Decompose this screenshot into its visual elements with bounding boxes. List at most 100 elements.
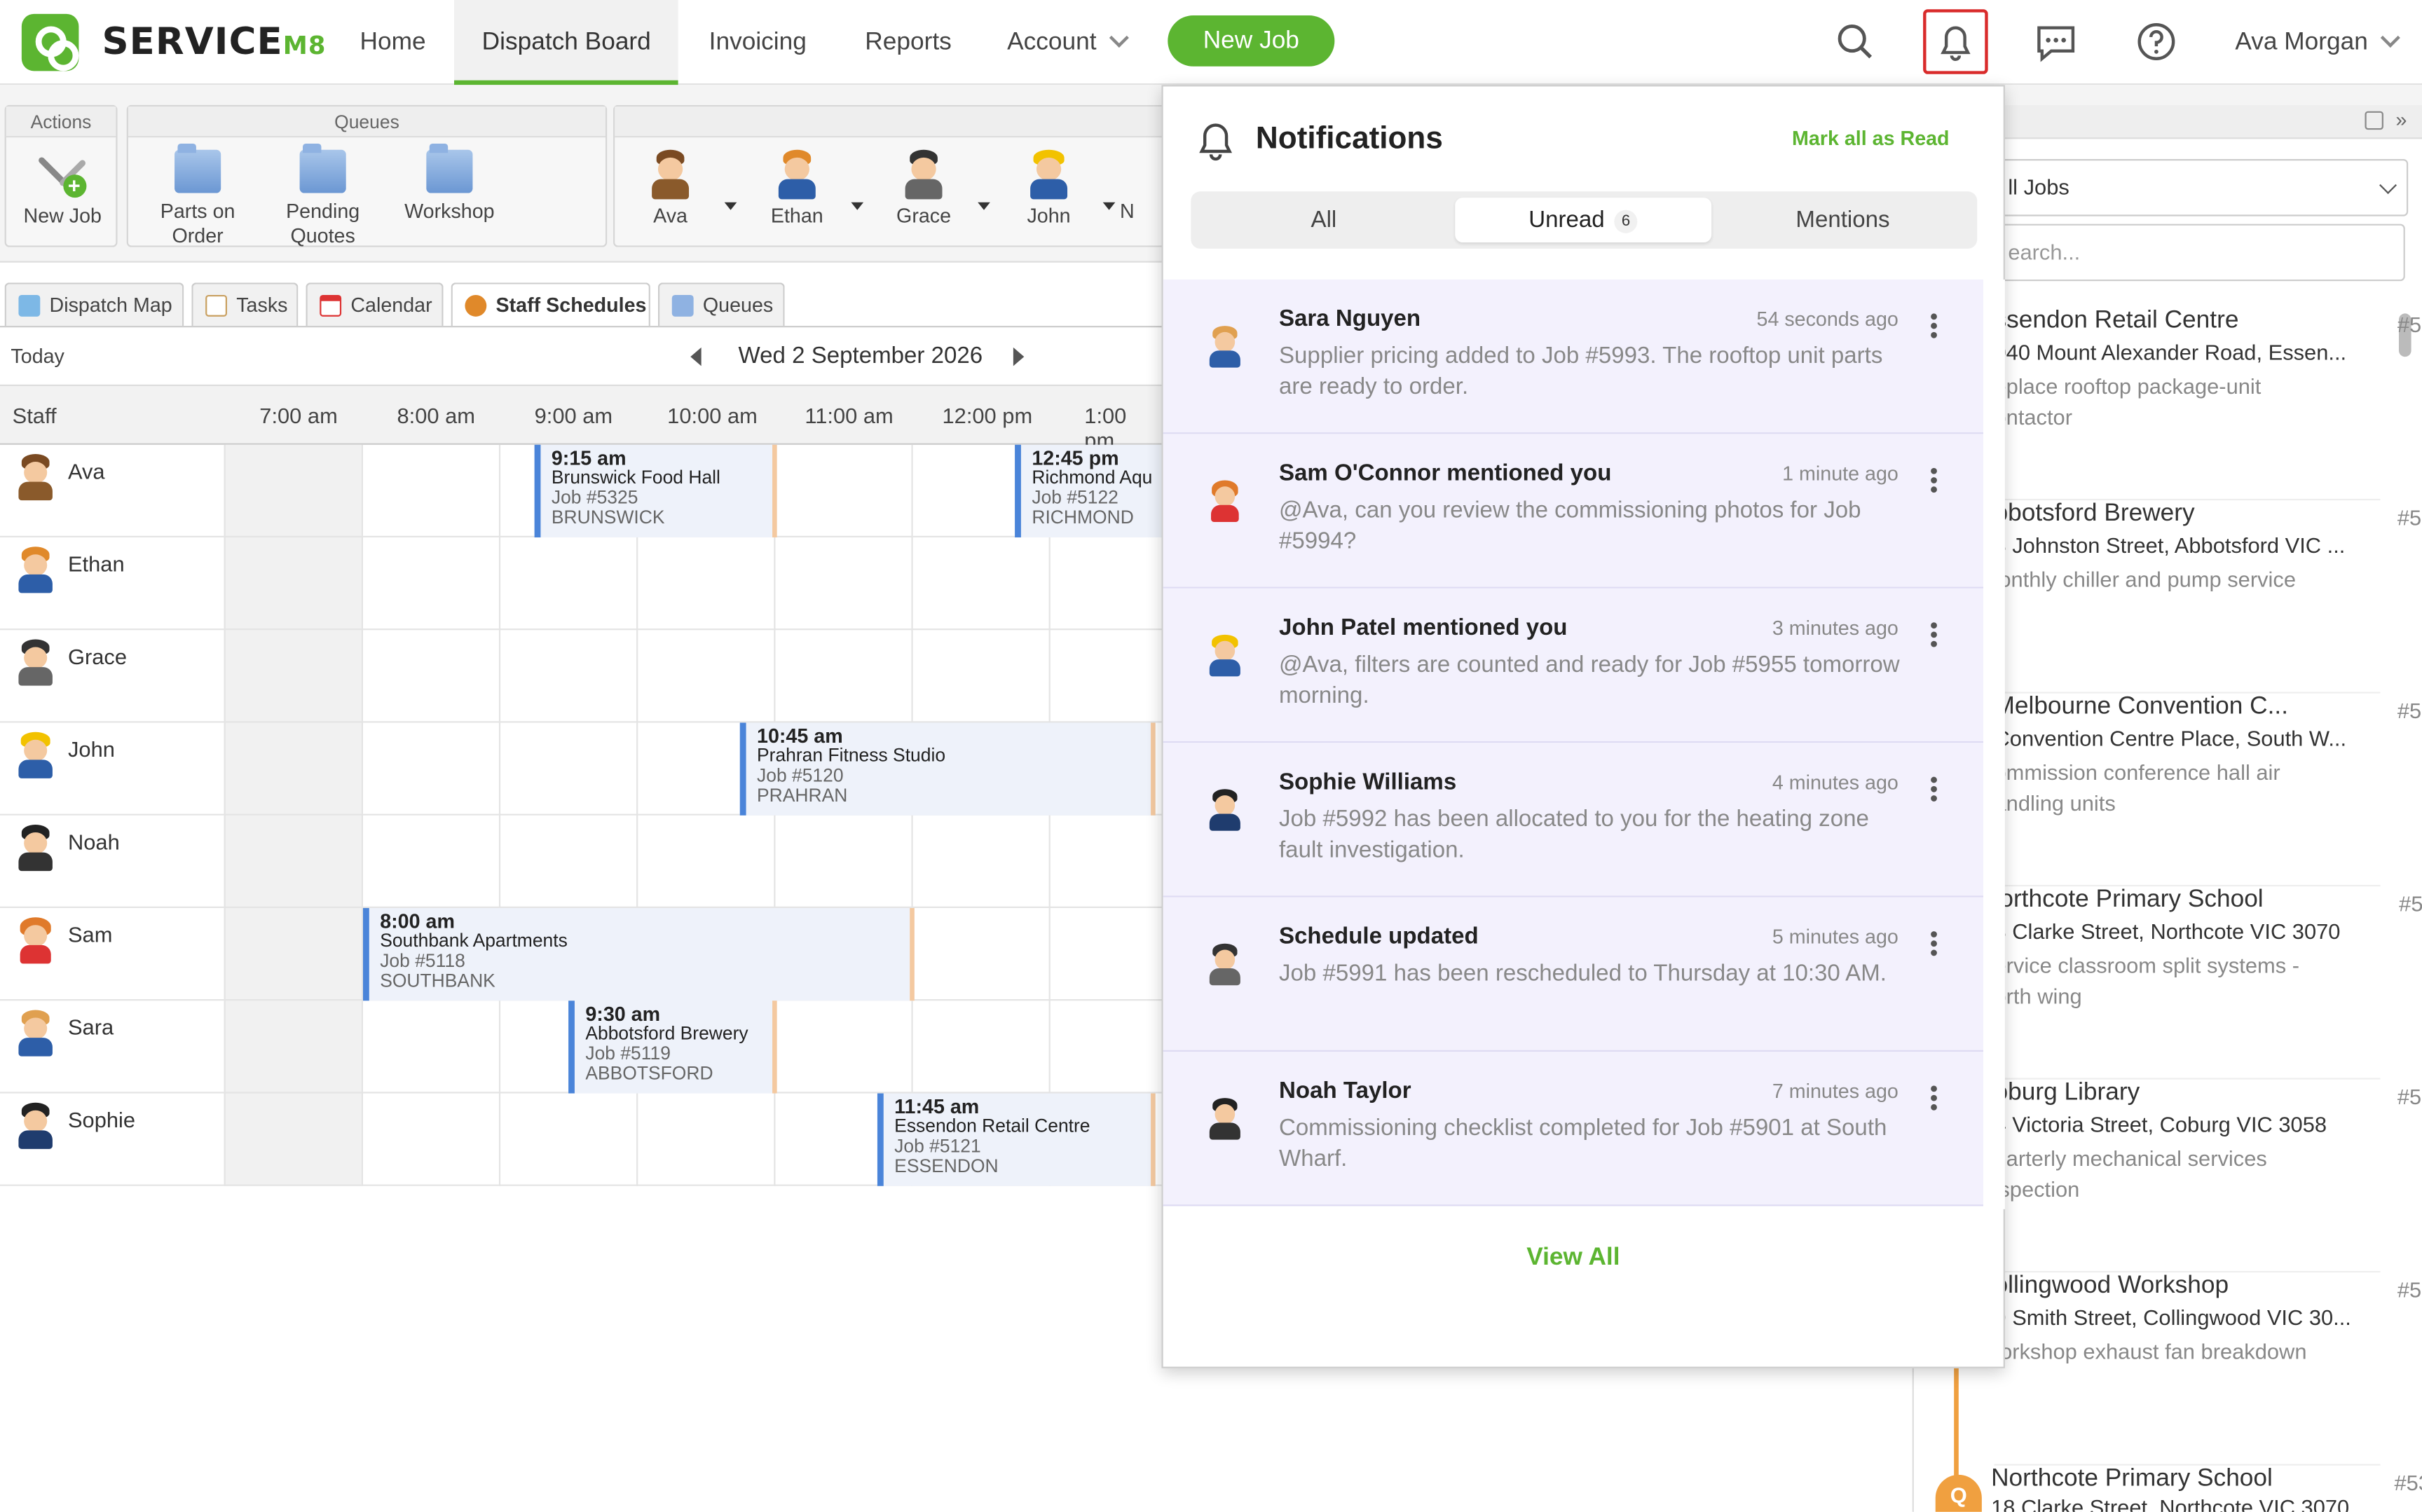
tab-calendar[interactable]: Calendar [306,282,444,327]
notification-item[interactable]: Noah Taylor 7 minutes ago Commissioning … [1163,1051,1984,1207]
job-block[interactable]: 10:45 am Prahran Fitness Studio Job #512… [739,722,1156,816]
job-list-title: Melbourne Convention C... [1994,693,2288,720]
mark-all-read-button[interactable]: Mark all as Read [1792,127,1950,150]
tab-mentions[interactable]: Mentions [1715,198,1971,242]
staff-dropdown-caret-icon[interactable] [851,202,864,210]
search-icon[interactable] [1823,9,1888,74]
notification-title: John Patel mentioned you [1278,614,1568,641]
job-block[interactable]: 9:15 am Brunswick Food Hall Job #5325 BR… [534,444,777,538]
new-job-button[interactable]: New Job [1168,15,1335,67]
time-header: 12:00 pm [942,403,1033,428]
staff-button-ethan[interactable]: Ethan [751,149,843,227]
job-suburb: RICHMOND [1032,506,1134,528]
more-options-icon[interactable] [1931,1085,1937,1111]
previous-day-arrow-icon[interactable] [690,347,702,366]
job-list-item[interactable]: ollingwood Workshop #5300 9 Smith Street… [1994,1272,2422,1466]
unread-count-badge: 6 [1613,209,1638,233]
staff-button-grace[interactable]: Grace [877,149,970,227]
more-options-icon[interactable] [1931,467,1937,493]
job-list-number: #5952 [2397,504,2422,530]
job-time: 8:00 am [380,909,455,933]
job-list-item[interactable]: Northcote Primary School #5302 18 Clarke… [1991,1466,2422,1512]
notification-item[interactable]: Sophie Williams 4 minutes ago Job #5992 … [1163,743,1984,898]
notification-text: Job #5992 has been allocated to you for … [1278,806,1869,864]
avatar [1206,943,1243,987]
nav-dispatch-board[interactable]: Dispatch Board [454,0,679,85]
job-list-item[interactable]: lorthcote Primary School #5117 8 Clarke … [1994,886,2422,1080]
staff-button-john[interactable]: John [1002,149,1095,228]
job-block[interactable]: 12:45 pm Richmond Aqu Job #5122 RICHMOND [1015,444,1162,538]
staff-name: Noah [67,829,120,854]
columns-icon[interactable] [2365,111,2383,130]
avatar [15,917,55,964]
job-block[interactable]: 11:45 am Essendon Retail Centre Job #512… [877,1093,1156,1186]
job-list-address: 9 Smith Street, Collingwood VIC 30... [1994,1305,2351,1330]
more-options-icon[interactable] [1931,931,1937,956]
job-block[interactable]: 8:00 am Southbank Apartments Job #5118 S… [362,908,915,1001]
job-time: 9:15 am [551,446,627,470]
ribbon-new-job-button[interactable]: + New Job [6,150,119,228]
schedule-grid: Ava Ethan Grace John Noah Sam Sara Sophi… [0,444,1162,1186]
tab-staff-schedules[interactable]: Staff Schedules [451,282,650,327]
more-options-icon[interactable] [1931,776,1937,802]
job-filter-select[interactable]: ll Jobs [1994,159,2409,217]
nav-reports[interactable]: Reports [837,0,980,85]
tab-tasks[interactable]: Tasks [191,282,299,327]
queue-parts-on-order[interactable]: Parts on Order [144,143,252,249]
job-name: Essendon Retail Centre [894,1115,1090,1137]
notification-scrollbar[interactable] [1983,279,2005,1209]
staff-name: Ava [67,458,105,483]
nav-home[interactable]: Home [332,0,453,85]
job-block[interactable]: 9:30 am Abbotsford Brewery Job #5119 ABB… [568,1001,777,1094]
notification-item[interactable]: Schedule updated 5 minutes ago Job #5991… [1163,897,1984,1052]
notification-title: Sam O'Connor mentioned you [1278,460,1612,487]
nav-invoicing[interactable]: Invoicing [681,0,835,85]
avatar [15,824,55,872]
tab-all[interactable]: All [1196,198,1452,242]
notification-item[interactable]: John Patel mentioned you 3 minutes ago @… [1163,588,1984,743]
queue-badge: Q [1935,1474,1982,1512]
nav-account[interactable]: Account [979,0,1154,85]
help-icon[interactable] [2124,9,2189,74]
next-day-arrow-icon[interactable] [1013,347,1025,366]
job-list-item[interactable]: ssendon Retail Centre #5993 040 Mount Al… [1994,308,2422,501]
job-list-number: #5991 [2397,1084,2422,1109]
brand-logo-text[interactable]: SERVICEM8 [102,20,326,64]
today-button[interactable]: Today [11,345,64,368]
queue-pending-quotes[interactable]: Pending Quotes [269,143,377,249]
more-options-icon[interactable] [1931,313,1937,338]
view-all-button[interactable]: View All [1163,1245,1983,1273]
notification-item[interactable]: Sara Nguyen 54 seconds ago Supplier pric… [1163,279,1984,434]
notifications-title: Notifications [1255,122,1443,156]
queues-group: Queues Parts on Order Pending Quotes Wor… [126,104,608,249]
tab-queues[interactable]: Queues [657,282,785,327]
staff-label: Ava [653,203,687,228]
job-search-input[interactable]: earch... [1994,224,2405,282]
staff-name: Sam [67,921,113,947]
queue-workshop[interactable]: Workshop [395,143,503,224]
staff-label: N [1119,199,1135,223]
job-list-item[interactable]: oburg Library #5991 4 Victoria Street, C… [1994,1080,2422,1273]
staff-name: Sara [67,1015,114,1040]
job-list-item[interactable]: bbotsford Brewery #5952 8 Johnston Stree… [1994,500,2422,694]
more-options-icon[interactable] [1931,622,1937,647]
staff-label: John [1027,203,1071,228]
chat-icon[interactable] [2023,9,2088,74]
job-list-description: ervice classroom split systems - orth wi… [1994,952,2300,1009]
tab-unread[interactable]: Unread 6 [1455,198,1712,243]
staff-dropdown-caret-icon[interactable] [978,202,990,210]
user-menu[interactable]: Ava Morgan [2235,0,2400,85]
bell-icon [1197,121,1234,161]
current-date: Wed 2 September 2026 [738,343,983,369]
notifications-bell-icon[interactable] [1923,9,1988,74]
notification-item[interactable]: Sam O'Connor mentioned you 1 minute ago … [1163,434,1984,589]
staff-button-ava[interactable]: Ava [624,149,716,228]
staff-button-noah[interactable]: N [1119,150,1166,223]
collapse-panel-icon[interactable]: » [2396,108,2407,131]
job-list-address: 8 Clarke Street, Northcote VIC 3070 [1994,919,2341,944]
staff-dropdown-caret-icon[interactable] [724,202,737,210]
servicem8-logo-icon[interactable] [21,13,79,71]
tab-dispatch-map[interactable]: Dispatch Map [4,282,184,327]
job-list-item[interactable]: Melbourne Convention C... #5901 Conventi… [1994,693,2422,887]
staff-dropdown-caret-icon[interactable] [1102,202,1116,210]
